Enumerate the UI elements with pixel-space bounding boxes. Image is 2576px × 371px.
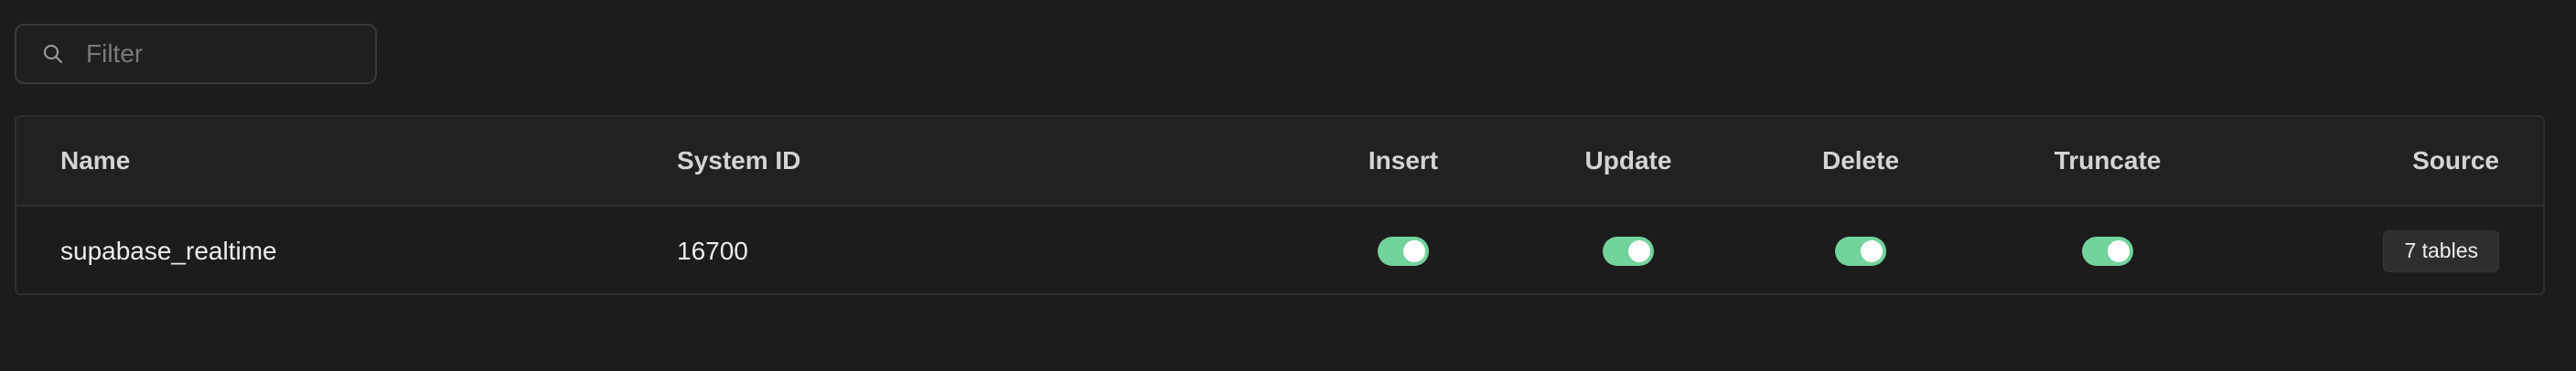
column-header-name: Name [60, 146, 131, 175]
insert-toggle[interactable] [1378, 236, 1429, 266]
column-header-update: Update [1584, 146, 1672, 175]
column-header-insert: Insert [1368, 146, 1439, 175]
toggle-knob [1861, 239, 1883, 262]
filter-input[interactable] [86, 39, 360, 69]
publication-system-id: 16700 [677, 236, 748, 265]
delete-toggle[interactable] [1835, 236, 1886, 266]
publication-name: supabase_realtime [60, 236, 277, 265]
table-header-row: Name System ID Insert Update Delete Trun… [16, 117, 2543, 207]
truncate-toggle[interactable] [2082, 236, 2133, 266]
column-header-delete: Delete [1821, 146, 1900, 175]
toggle-knob [1403, 239, 1425, 262]
column-header-truncate: Truncate [2054, 146, 2162, 175]
update-toggle[interactable] [1603, 236, 1654, 266]
search-icon [40, 41, 66, 67]
toggle-knob [1628, 239, 1650, 262]
publications-table: Name System ID Insert Update Delete Trun… [15, 115, 2545, 295]
filter-field[interactable] [15, 24, 377, 84]
toggle-knob [2108, 239, 2130, 262]
column-header-source: Source [2412, 146, 2499, 175]
source-tables-button[interactable]: 7 tables [2383, 229, 2499, 272]
table-row: supabase_realtime 16700 7 tables [16, 207, 2543, 293]
column-header-system-id: System ID [677, 146, 801, 175]
